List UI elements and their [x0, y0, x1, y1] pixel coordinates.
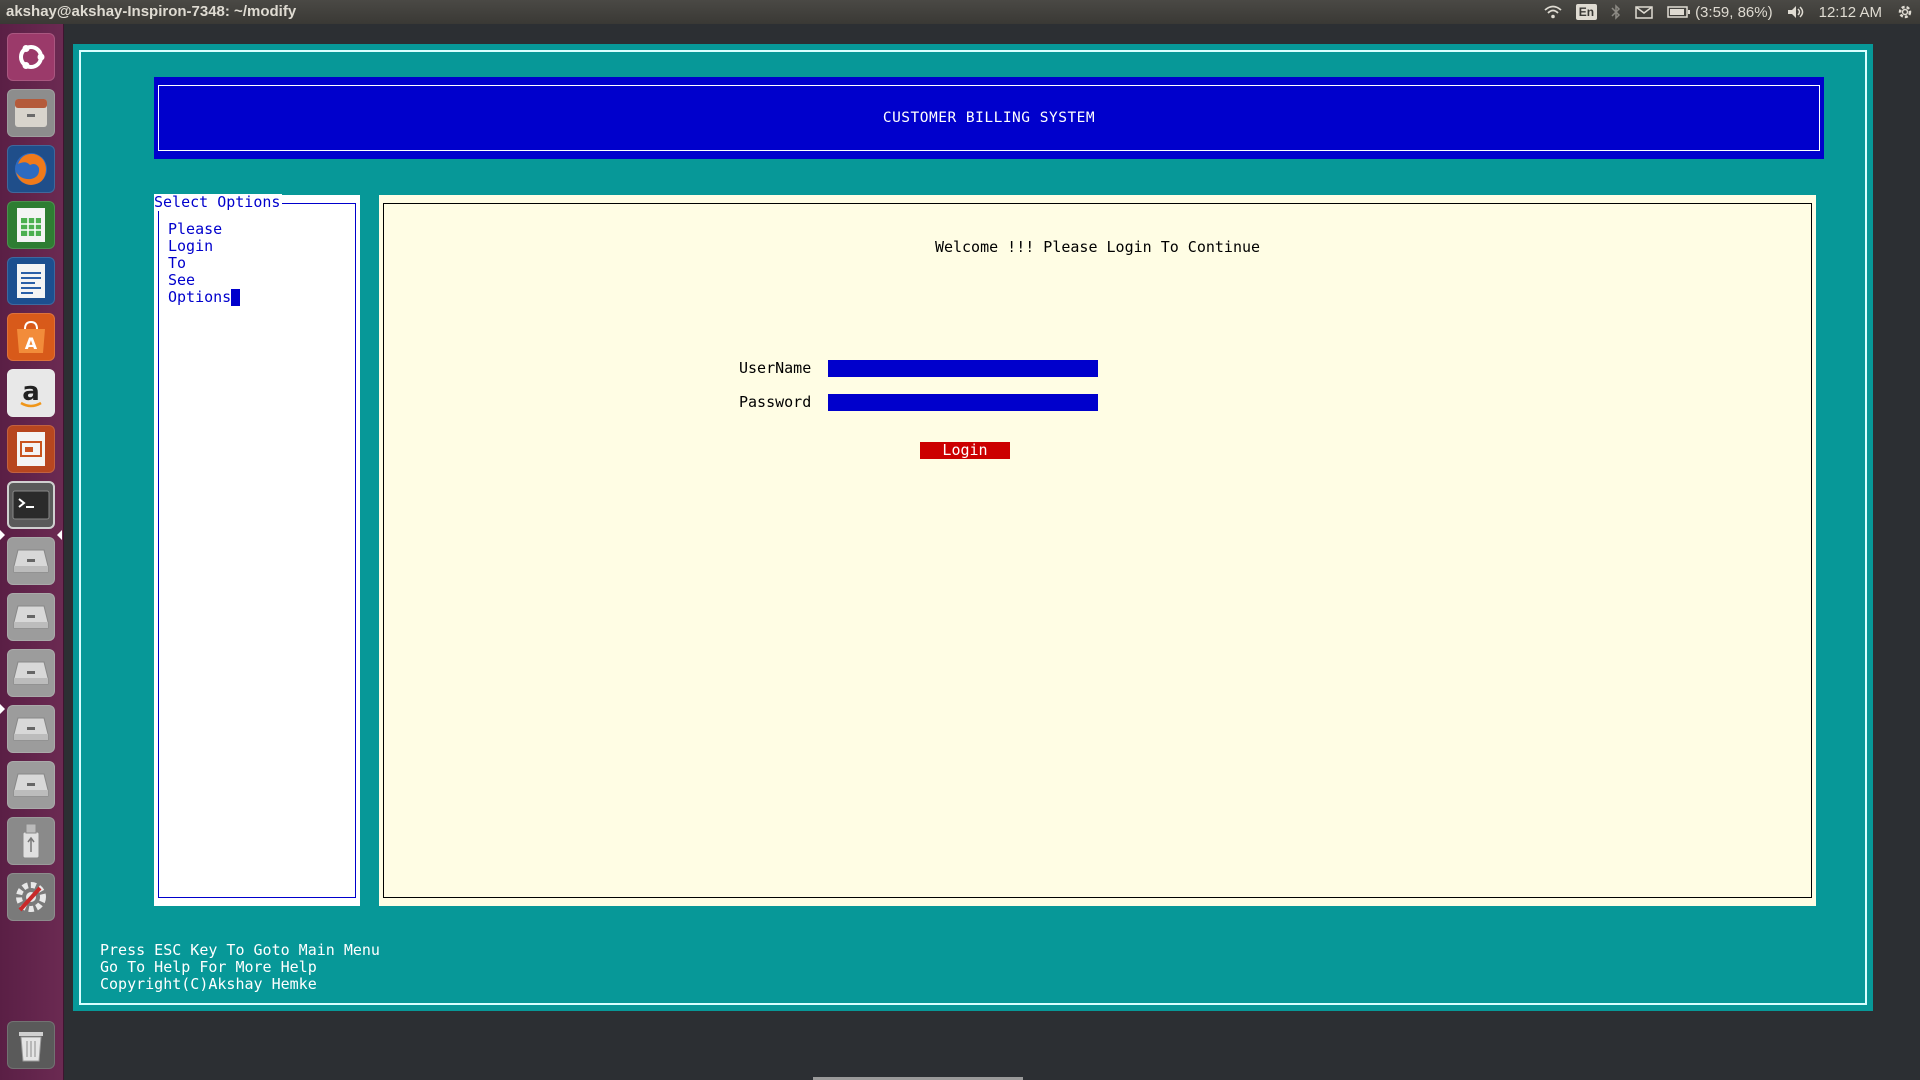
options-line: Options [168, 288, 232, 306]
indicator-area: En (3:59, 86%) 12:12 AM [1544, 2, 1914, 22]
username-label: UserName [739, 359, 812, 377]
ubuntu-dash-icon[interactable] [7, 33, 55, 81]
impress-icon[interactable] [7, 425, 55, 473]
login-button[interactable]: Login [920, 442, 1010, 459]
keyboard-layout-indicator[interactable]: En [1575, 4, 1598, 20]
launcher-running-indicator [0, 530, 5, 540]
volume-icon[interactable] [1787, 5, 1805, 19]
options-title: Select Options [154, 193, 283, 211]
options-line: Login [168, 237, 214, 255]
drive-icon[interactable] [7, 705, 55, 753]
terminal-window: CUSTOMER BILLING SYSTEM Select Options P… [73, 44, 1873, 1011]
login-panel: Welcome !!! Please Login To Continue Use… [379, 195, 1816, 906]
battery-text: (3:59, 86%) [1695, 3, 1773, 21]
gear-icon[interactable] [1896, 3, 1914, 21]
options-line: Please [168, 220, 223, 238]
writer-icon[interactable] [7, 257, 55, 305]
username-input[interactable] [828, 360, 1098, 377]
options-list: Please Login To See Options [168, 220, 241, 306]
drive-icon[interactable] [7, 649, 55, 697]
password-label: Password [739, 393, 812, 411]
drive-icon[interactable] [7, 761, 55, 809]
footer-help: Press ESC Key To Goto Main Menu Go To He… [100, 942, 380, 993]
mail-icon[interactable] [1635, 5, 1653, 19]
login-frame: Welcome !!! Please Login To Continue Use… [383, 203, 1812, 898]
app-header: CUSTOMER BILLING SYSTEM [154, 77, 1824, 159]
window-title: akshay@akshay-Inspiron-7348: ~/modify [6, 3, 297, 20]
footer-line: Press ESC Key To Goto Main Menu [100, 941, 380, 959]
text-cursor [231, 289, 241, 306]
password-input[interactable] [828, 394, 1098, 411]
usb-icon[interactable] [7, 817, 55, 865]
options-panel: Select Options Please Login To See Optio… [154, 194, 360, 906]
svg-text:A: A [25, 334, 38, 353]
system-settings-icon[interactable] [7, 873, 55, 921]
drive-icon[interactable] [7, 593, 55, 641]
amazon-icon[interactable]: a [7, 369, 55, 417]
options-line: To [168, 254, 187, 272]
terminal-icon[interactable] [7, 481, 55, 529]
drive-icon[interactable] [7, 537, 55, 585]
app-title: CUSTOMER BILLING SYSTEM [158, 85, 1820, 151]
bluetooth-icon[interactable] [1611, 4, 1621, 20]
launcher: A a [0, 24, 64, 1080]
options-line: See [168, 271, 196, 289]
clock[interactable]: 12:12 AM [1819, 4, 1882, 21]
wifi-icon[interactable] [1544, 5, 1562, 19]
files-icon[interactable] [7, 89, 55, 137]
launcher-running-indicator [0, 704, 5, 714]
trash-icon[interactable] [7, 1021, 55, 1069]
footer-line: Go To Help For More Help [100, 958, 317, 976]
launcher-focus-indicator [57, 530, 62, 540]
svg-text:a: a [22, 377, 40, 407]
spreadsheet-icon[interactable] [7, 201, 55, 249]
welcome-message: Welcome !!! Please Login To Continue [934, 238, 1261, 256]
options-frame: Select Options Please Login To See Optio… [154, 194, 356, 898]
software-center-icon[interactable]: A [7, 313, 55, 361]
battery-indicator[interactable]: (3:59, 86%) [1667, 4, 1773, 21]
top-panel: akshay@akshay-Inspiron-7348: ~/modify En… [0, 0, 1920, 24]
footer-line: Copyright(C)Akshay Hemke [100, 975, 317, 993]
options-line-last: Options [168, 288, 241, 306]
battery-icon [1667, 6, 1691, 18]
firefox-icon[interactable] [7, 145, 55, 193]
